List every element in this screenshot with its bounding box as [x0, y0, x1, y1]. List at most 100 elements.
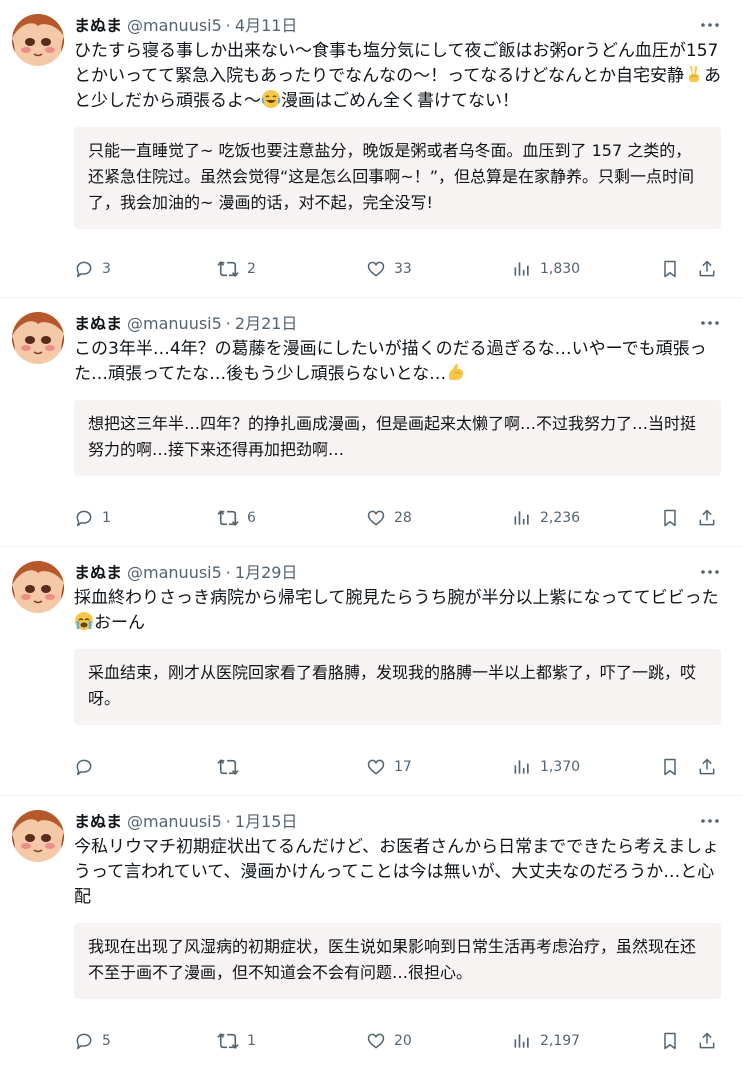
reply-button[interactable]: 3 — [74, 259, 111, 279]
like-icon — [367, 1033, 385, 1049]
retweet-button[interactable]: 2 — [217, 259, 256, 279]
more-icon[interactable] — [699, 312, 721, 334]
action-bar: 5 1 20 2,197 — [74, 1029, 727, 1053]
like-button[interactable]: 20 — [366, 1031, 412, 1051]
retweet-count: 1 — [247, 1033, 256, 1049]
avatar[interactable] — [12, 312, 64, 364]
reply-icon — [76, 510, 92, 527]
display-name[interactable]: まぬま — [74, 310, 122, 337]
tweet[interactable]: まぬま @manuusi5 · 1月15日 今私リウマチ初期症状出てるんだけど、… — [0, 796, 743, 1050]
like-button[interactable]: 17 — [366, 757, 412, 777]
flexed-biceps-icon — [449, 364, 464, 381]
joy-face-icon — [261, 90, 281, 108]
tweet-text: ひたすら寝る事しか出来ない〜食事も塩分気にして夜ご飯はお粥orうどん血圧が157… — [74, 39, 724, 114]
user-handle[interactable]: @manuusi5 — [127, 310, 222, 337]
bookmark-button[interactable] — [660, 259, 680, 279]
tweet[interactable]: まぬま @manuusi5 · 2月21日 この3年半…4年？の葛藤を漫画にした… — [0, 298, 743, 547]
like-button[interactable]: 33 — [366, 259, 412, 279]
reply-button[interactable]: 5 — [74, 1031, 111, 1051]
like-button[interactable]: 28 — [366, 508, 412, 528]
like-count: 17 — [394, 759, 412, 775]
separator-dot: · — [225, 563, 231, 582]
share-button[interactable] — [697, 757, 717, 777]
bookmark-icon — [664, 1032, 676, 1050]
like-count: 20 — [394, 1033, 412, 1049]
crying-face-icon — [75, 612, 93, 630]
retweet-count: 6 — [247, 510, 256, 526]
translation-box: 只能一直睡觉了~ 吃饭也要注意盐分，晚饭是粥或者乌冬面。血压到了 157 之类的… — [74, 127, 721, 229]
more-icon[interactable] — [699, 810, 721, 832]
retweet-button[interactable]: 1 — [217, 1031, 256, 1051]
user-handle[interactable]: @manuusi5 — [127, 559, 222, 586]
avatar[interactable] — [12, 561, 64, 613]
tweet-date[interactable]: 1月29日 — [235, 559, 298, 586]
retweet-button[interactable] — [217, 757, 247, 777]
tweet-header: まぬま @manuusi5 · 2月21日 — [74, 310, 727, 337]
like-icon — [367, 759, 385, 775]
views-button[interactable]: 2,197 — [512, 1031, 580, 1051]
translation-box: 采血结束，刚才从医院回家看了看胳膊，发现我的胳膊一半以上都紫了，吓了一跳，哎呀。 — [74, 649, 721, 725]
reply-count: 5 — [102, 1033, 111, 1049]
translation-box: 我现在出现了风湿病的初期症状，医生说如果影响到日常生活再考虑治疗，虽然现在还不至… — [74, 923, 721, 999]
tweet-text-part: 漫画はごめん全く書けてない！ — [281, 91, 519, 111]
bookmark-button[interactable] — [660, 1031, 680, 1051]
reply-icon — [76, 759, 92, 776]
timeline-feed: まぬま @manuusi5 · 4月11日 ひたすら寝る事しか出来ない〜食事も塩… — [0, 0, 743, 1050]
separator-dot: · — [225, 16, 231, 35]
display-name[interactable]: まぬま — [74, 808, 122, 835]
bookmark-icon — [664, 509, 676, 527]
tweet[interactable]: まぬま @manuusi5 · 1月29日 採血終わりさっき病院から帰宅して腕見… — [0, 547, 743, 796]
action-bar: 1 6 28 2,236 — [74, 506, 727, 530]
tweet-header: まぬま @manuusi5 · 1月15日 — [74, 808, 727, 835]
tweet-text-part: ひたすら寝る事しか出来ない〜食事も塩分気にして夜ご飯はお粥orうどん血圧が157… — [74, 41, 719, 86]
user-handle[interactable]: @manuusi5 — [127, 808, 222, 835]
tweet-date[interactable]: 4月11日 — [235, 12, 298, 39]
tweet-date[interactable]: 2月21日 — [235, 310, 298, 337]
share-button[interactable] — [697, 1031, 717, 1051]
action-bar: 3 2 33 1,830 — [74, 257, 727, 281]
display-name[interactable]: まぬま — [74, 559, 122, 586]
reply-icon — [76, 261, 92, 278]
user-handle[interactable]: @manuusi5 — [127, 12, 222, 39]
share-button[interactable] — [697, 508, 717, 528]
tweet-date[interactable]: 1月15日 — [235, 808, 298, 835]
share-icon — [699, 758, 715, 775]
reply-button[interactable]: 1 — [74, 508, 111, 528]
retweet-button[interactable]: 6 — [217, 508, 256, 528]
display-name[interactable]: まぬま — [74, 12, 122, 39]
views-count: 2,236 — [540, 510, 581, 526]
retweet-icon — [217, 510, 239, 527]
retweet-icon — [217, 759, 239, 776]
views-button[interactable]: 1,370 — [512, 757, 580, 777]
share-icon — [699, 509, 715, 526]
views-icon — [514, 511, 529, 525]
avatar[interactable] — [12, 810, 64, 862]
views-button[interactable]: 1,830 — [512, 259, 580, 279]
tweet[interactable]: まぬま @manuusi5 · 4月11日 ひたすら寝る事しか出来ない〜食事も塩… — [0, 0, 743, 298]
share-icon — [699, 260, 715, 277]
more-icon[interactable] — [699, 14, 721, 36]
share-button[interactable] — [697, 259, 717, 279]
bookmark-button[interactable] — [660, 757, 680, 777]
tweet-text: 採血終わりさっき病院から帰宅して腕見たらうち腕が半分以上紫になっててビビったおー… — [74, 586, 724, 636]
like-icon — [367, 510, 385, 526]
tweet-header: まぬま @manuusi5 · 4月11日 — [74, 12, 727, 39]
retweet-count: 2 — [247, 261, 256, 277]
views-count: 2,197 — [540, 1033, 581, 1049]
tweet-header: まぬま @manuusi5 · 1月29日 — [74, 559, 727, 586]
reply-count: 3 — [102, 261, 111, 277]
more-icon[interactable] — [699, 561, 721, 583]
share-icon — [699, 1032, 715, 1049]
reply-button[interactable] — [74, 757, 102, 777]
tweet-text-part: 今私リウマチ初期症状出てるんだけど、お医者さんから日常までできたら考えましょうっ… — [74, 837, 720, 907]
separator-dot: · — [225, 812, 231, 831]
avatar[interactable] — [12, 14, 64, 66]
tweet-text-part: おーん — [94, 613, 145, 633]
views-icon — [514, 760, 529, 774]
views-button[interactable]: 2,236 — [512, 508, 580, 528]
reply-count: 1 — [102, 510, 111, 526]
retweet-icon — [217, 1033, 239, 1050]
separator-dot: · — [225, 314, 231, 333]
bookmark-button[interactable] — [660, 508, 680, 528]
views-icon — [514, 1034, 529, 1048]
